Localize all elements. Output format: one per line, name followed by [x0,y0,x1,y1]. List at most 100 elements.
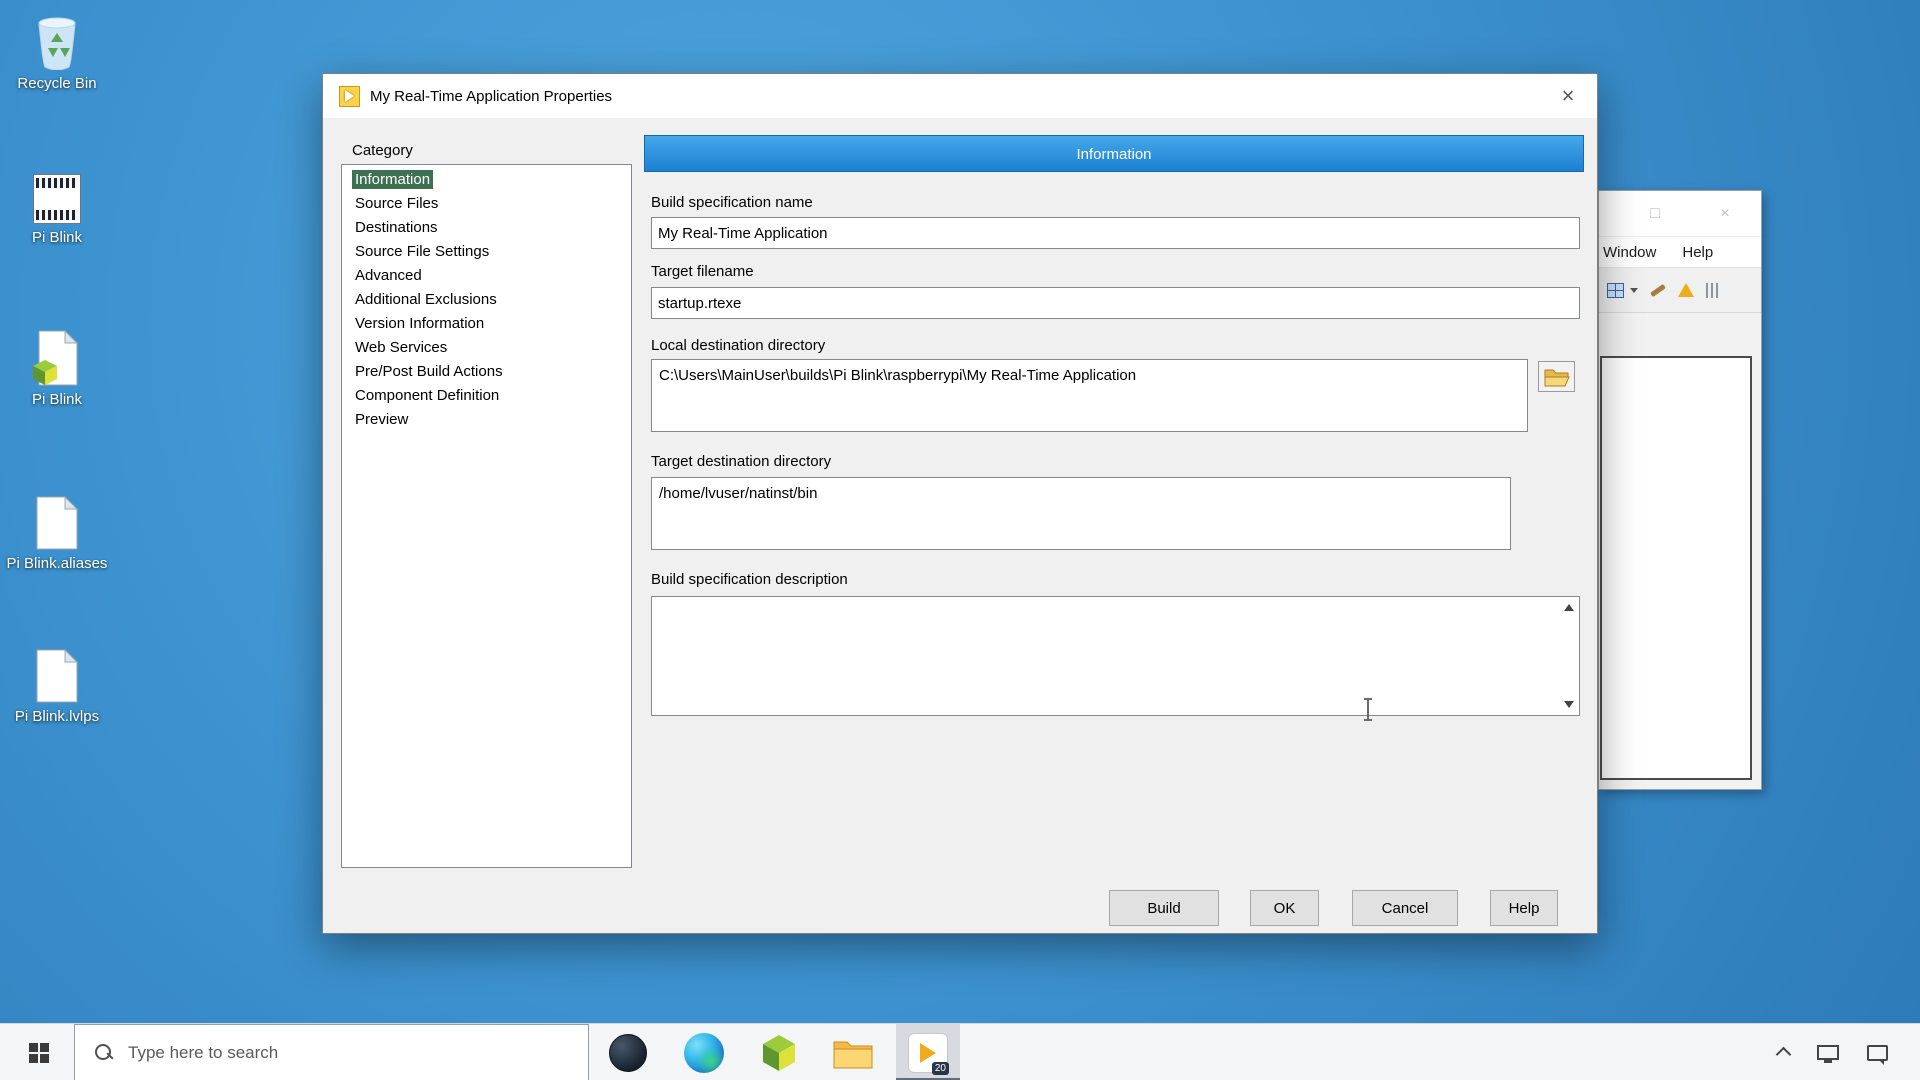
description-textarea[interactable] [651,596,1580,716]
search-icon [95,1044,113,1062]
category-item-label: Pre/Post Build Actions [352,362,506,381]
background-window-titlebar[interactable]: □ × [1599,191,1761,237]
recycle-bin-icon [2,12,112,70]
taskbar-app-cube[interactable] [747,1024,811,1080]
category-item-label: Component Definition [352,386,502,405]
close-icon[interactable]: × [1553,81,1583,111]
target-filename-input[interactable] [651,287,1580,319]
category-item-information[interactable]: Information [342,168,631,192]
category-item-preview[interactable]: Preview [342,408,631,432]
labview-version-badge: 20 [932,1062,949,1075]
file-explorer-icon [833,1037,873,1069]
desktop-icon-label: Pi Blink [2,391,112,409]
toolbar [1599,268,1761,313]
distribute-objects-icon[interactable] [1650,283,1666,296]
build-button[interactable]: Build [1109,890,1219,926]
category-item-label: Version Information [352,314,487,333]
maximize-icon[interactable]: □ [1633,191,1677,237]
category-item-component-definition[interactable]: Component Definition [342,384,631,408]
desktop-icon-label: Pi Blink [2,229,112,247]
taskbar-app-dark-circle[interactable] [596,1024,660,1080]
align-objects-icon[interactable] [1607,283,1624,298]
open-folder-icon [1544,367,1570,387]
scroll-up-icon[interactable] [1560,599,1577,616]
category-item-label: Additional Exclusions [352,290,500,309]
panel-header: Information [644,135,1584,172]
category-item-version-information[interactable]: Version Information [342,312,631,336]
close-icon[interactable]: × [1703,191,1747,237]
desktop-icon-label: Recycle Bin [2,75,112,93]
category-item-label: Advanced [352,266,425,285]
desktop-icon-label: Pi Blink.aliases [2,555,112,573]
target-filename-label: Target filename [651,263,754,280]
edge-icon [684,1033,724,1073]
desktop-icon-recycle-bin[interactable]: Recycle Bin [2,12,112,93]
desktop-icon-pi-blink-project[interactable]: Pi Blink [2,328,112,409]
local-destination-label: Local destination directory [651,337,825,354]
browse-folder-button[interactable] [1538,361,1575,392]
taskbar-app-labview[interactable]: 20 [896,1024,960,1080]
category-item-label: Preview [352,410,411,429]
category-list: Information Source Files Destinations So… [341,164,632,868]
target-destination-value: /home/lvuser/natinst/bin [659,485,817,502]
scroll-down-icon[interactable] [1560,696,1577,713]
start-button[interactable] [10,1024,68,1080]
desktop-icon-pi-blink-aliases[interactable]: Pi Blink.aliases [2,492,112,573]
category-item-pre-post-build-actions[interactable]: Pre/Post Build Actions [342,360,631,384]
labview-project-icon [2,328,112,386]
hidden-icons-chevron-icon[interactable] [1776,1047,1792,1063]
taskbar-app-file-explorer[interactable] [821,1024,885,1080]
labview-app-icon [339,86,360,107]
taskbar-app-edge[interactable] [672,1024,736,1080]
background-window[interactable]: □ × Window Help [1598,190,1762,790]
file-icon [2,492,112,550]
category-item-label: Information [352,170,433,189]
cube-app-icon [761,1033,797,1073]
build-spec-name-label: Build specification name [651,194,813,211]
taskbar: 20 [0,1023,1920,1080]
labview-icon: 20 [908,1033,948,1073]
menu-window[interactable]: Window [1603,244,1656,261]
category-item-advanced[interactable]: Advanced [342,264,631,288]
desktop-icon-label: Pi Blink.lvlps [2,708,112,726]
category-item-label: Destinations [352,218,441,237]
reorder-icon[interactable] [1706,283,1721,298]
dialog-title: My Real-Time Application Properties [370,88,612,105]
local-destination-input[interactable]: C:\Users\MainUser\builds\Pi Blink\raspbe… [651,359,1528,432]
category-item-label: Source File Settings [352,242,492,261]
local-destination-value: C:\Users\MainUser\builds\Pi Blink\raspbe… [659,367,1136,384]
dialog-titlebar[interactable]: My Real-Time Application Properties × [323,74,1597,118]
cancel-button[interactable]: Cancel [1352,890,1458,926]
category-item-destinations[interactable]: Destinations [342,216,631,240]
description-label: Build specification description [651,571,848,588]
target-destination-label: Target destination directory [651,453,831,470]
menu-help[interactable]: Help [1682,244,1713,261]
category-item-web-services[interactable]: Web Services [342,336,631,360]
front-panel-canvas[interactable] [1600,356,1752,780]
category-item-additional-exclusions[interactable]: Additional Exclusions [342,288,631,312]
build-spec-name-input[interactable] [651,217,1580,249]
category-item-source-file-settings[interactable]: Source File Settings [342,240,631,264]
desktop-icon-pi-blink-vi[interactable]: Pi Blink [2,166,112,247]
category-item-label: Source Files [352,194,441,213]
windows-logo-icon [29,1043,49,1063]
category-label: Category [352,142,413,159]
category-item-source-files[interactable]: Source Files [342,192,631,216]
ok-button[interactable]: OK [1250,890,1319,926]
desktop-icon-pi-blink-lvlps[interactable]: Pi Blink.lvlps [2,645,112,726]
target-destination-input[interactable]: /home/lvuser/natinst/bin [651,477,1511,550]
text-cursor-ibeam [1363,698,1373,721]
chevron-down-icon[interactable] [1630,288,1638,293]
category-item-label: Web Services [352,338,450,357]
taskbar-search[interactable] [74,1024,589,1080]
dark-circle-app-icon [609,1034,647,1072]
file-icon [2,645,112,703]
menubar: Window Help [1599,237,1761,268]
labview-vi-icon [2,166,112,224]
scrollbar[interactable] [1558,597,1579,715]
help-button[interactable]: Help [1490,890,1558,926]
search-input[interactable] [128,1043,508,1063]
display-icon[interactable] [1817,1045,1839,1060]
action-center-icon[interactable] [1867,1045,1888,1061]
warning-icon[interactable] [1678,283,1694,297]
